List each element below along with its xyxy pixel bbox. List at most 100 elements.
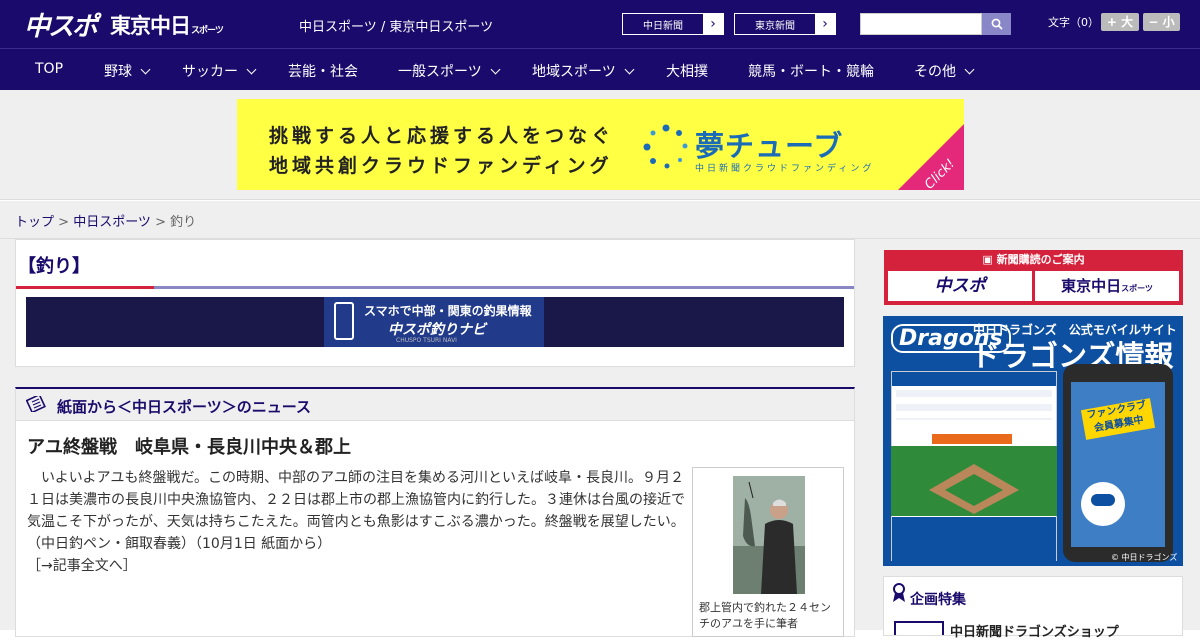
site-header: 中スポ 東京中日スポーツ 中日スポーツ / 東京中日スポーツ 中日新聞 › 東京… [0, 0, 1200, 48]
breadcrumb-home[interactable]: トップ [15, 215, 54, 230]
breadcrumb-bar: トップ > 中日スポーツ > 釣り [0, 201, 1200, 239]
font-smaller-button[interactable]: − 小 [1143, 13, 1180, 31]
breadcrumb-current: 釣り [170, 215, 197, 230]
nav-regional-sports[interactable]: 地域スポーツ [532, 61, 635, 81]
news-heading: 紙面から＜中日スポーツ＞のニュース [57, 398, 311, 416]
main-content: 【釣り】 スマホで中部・関東の釣果情報 中スポ釣りナビ CHUSPO TSURI… [0, 239, 1200, 640]
nav-top[interactable]: TOP [35, 61, 63, 77]
news-box: 紙面から＜中日スポーツ＞のニュース アユ終盤戦 岐阜県・長良川中央＆郡上 いよい… [15, 387, 855, 637]
dragons-mobile-banner[interactable]: Dragons 中日ドラゴンズ 公式モバイルサイト ドラゴンズ情報 ファンクラブ… [883, 316, 1183, 566]
baseball-field [891, 446, 1057, 516]
chevron-right-icon: › [815, 14, 835, 34]
tokyo-logo-text: 東京中日 [110, 14, 191, 38]
dots-circle-icon [643, 124, 688, 169]
photo-caption: 郡上管内で釣れた２４センチのアユを手に筆者 [699, 601, 831, 630]
nav-label: 野球 [104, 64, 132, 80]
chevron-down-icon [246, 64, 257, 75]
mascot-cap [1091, 494, 1115, 506]
banner-brand: 夢チューブ [695, 129, 844, 163]
scoreboard-header [892, 372, 1056, 386]
navi-line-2: 中スポ釣りナビ [388, 322, 486, 338]
tokyo-shimbun-label: 東京新聞 [755, 20, 795, 32]
feature-item-link[interactable]: 中日新聞ドラゴンズショップ [950, 621, 1119, 640]
category-box: 【釣り】 スマホで中部・関東の釣果情報 中スポ釣りナビ CHUSPO TSURI… [15, 239, 855, 367]
subscribe-tokyo-small: スポーツ [1121, 284, 1153, 293]
navi-line-1: スマホで中部・関東の釣果情報 [364, 304, 532, 318]
nav-label: サッカー [182, 64, 238, 80]
search-icon [991, 18, 1003, 30]
chuspo-logo[interactable]: 中スポ [24, 6, 98, 43]
feature-title: 企画特集 [910, 592, 966, 608]
article-text: いよいよアユも終盤戦だ。この時期、中部のアユ師の注目を集める河川といえば岐阜・長… [27, 470, 692, 552]
read-more-link[interactable]: ［→記事全文へ］ [27, 558, 137, 574]
subscription-heading-text: 新聞購読のご案内 [996, 253, 1085, 266]
nav-label: 地域スポーツ [532, 64, 616, 80]
smartphone-icon [334, 302, 354, 340]
main-nav: TOP 野球 サッカー 芸能・社会 一般スポーツ 地域スポーツ 大相撲 競馬・ボ… [0, 48, 1200, 90]
nav-label: 大相撲 [666, 64, 708, 80]
angler-photo[interactable] [733, 476, 805, 594]
search-input[interactable] [860, 13, 982, 35]
chevron-down-icon [624, 64, 635, 75]
subscribe-tokyo-label: 東京中日 [1061, 277, 1122, 295]
breadcrumb-sep: > [54, 215, 74, 230]
search-button[interactable] [982, 13, 1011, 35]
nav-label: 一般スポーツ [398, 64, 482, 80]
tokyo-chunichi-logo[interactable]: 東京中日スポーツ [110, 10, 224, 40]
chevron-down-icon [964, 64, 975, 75]
newspaper-icon: ▣ [982, 253, 997, 266]
tsuri-navi-banner[interactable]: スマホで中部・関東の釣果情報 中スポ釣りナビ CHUSPO TSURI NAVI [26, 297, 844, 347]
nav-label: 競馬・ボート・競輪 [748, 64, 874, 80]
category-title: 【釣り】 [18, 256, 90, 277]
scoreboard-bar [932, 434, 1012, 444]
nav-label: 芸能・社会 [288, 64, 358, 80]
newspaper-icon [26, 396, 46, 412]
chevron-right-icon: › [703, 14, 723, 34]
chevron-down-icon [140, 64, 151, 75]
nav-racing[interactable]: 競馬・ボート・競輪 [748, 61, 874, 81]
chunichi-shimbun-label: 中日新聞 [643, 20, 683, 32]
nav-other[interactable]: その他 [914, 61, 975, 81]
nav-sumo[interactable]: 大相撲 [666, 61, 708, 81]
subscribe-tokyo-button[interactable]: 東京中日スポーツ [1035, 271, 1179, 301]
angler-figure-icon [733, 476, 805, 594]
nav-label: その他 [914, 64, 956, 80]
chevron-down-icon [490, 64, 501, 75]
breadcrumb-sep: > [150, 215, 171, 230]
nav-general-sports[interactable]: 一般スポーツ [398, 61, 501, 81]
nav-label: TOP [35, 61, 64, 77]
smartphone-mockup [1063, 364, 1173, 562]
tsuri-navi-inner: スマホで中部・関東の釣果情報 中スポ釣りナビ CHUSPO TSURI NAVI [324, 297, 544, 347]
scoreboard-footer [892, 517, 1056, 561]
banner-line-1: 挑戦する人と応援する人をつなぐ [269, 125, 615, 147]
banner-area: 挑戦する人と応援する人をつなぐ 地域共創クラウドファンディング 夢チューブ 中日… [0, 90, 1200, 200]
subscription-heading: ▣ 新聞購読のご案内 [884, 250, 1183, 270]
feature-thumbnail[interactable] [894, 621, 944, 635]
site-title: 中日スポーツ / 東京中日スポーツ [299, 20, 494, 35]
font-larger-button[interactable]: + 大 [1101, 13, 1139, 31]
nav-baseball[interactable]: 野球 [104, 61, 151, 81]
article-photo-box: 郡上管内で釣れた２４センチのアユを手に筆者 [692, 467, 844, 637]
chunichi-shimbun-link[interactable]: 中日新聞 › [622, 13, 724, 35]
scoreboard-rows [896, 390, 1052, 420]
banner-sub: 中日新聞クラウドファンディング [695, 164, 875, 174]
navi-line-3: CHUSPO TSURI NAVI [396, 337, 457, 344]
category-rule-accent [16, 286, 154, 289]
subscription-banner[interactable]: ▣ 新聞購読のご案内 中スポ 東京中日スポーツ [884, 250, 1183, 305]
nav-entertainment[interactable]: 芸能・社会 [288, 61, 358, 81]
crowdfunding-banner[interactable]: 挑戦する人と応援する人をつなぐ 地域共創クラウドファンディング 夢チューブ 中日… [237, 99, 964, 190]
breadcrumb-section[interactable]: 中日スポーツ [73, 215, 151, 230]
ribbon-icon [893, 583, 905, 602]
baseball-diamond-icon [929, 464, 1019, 514]
feature-box: 企画特集 中日新聞ドラゴンズショップ [883, 576, 1183, 640]
tokyo-shimbun-link[interactable]: 東京新聞 › [734, 13, 836, 35]
nav-soccer[interactable]: サッカー [182, 61, 257, 81]
banner-line-2: 地域共創クラウドファンディング [269, 155, 613, 177]
article-title[interactable]: アユ終盤戦 岐阜県・長良川中央＆郡上 [27, 433, 351, 459]
tokyo-logo-sub: スポーツ [191, 26, 224, 36]
subscribe-chuspo-button[interactable]: 中スポ [888, 271, 1032, 301]
news-header: 紙面から＜中日スポーツ＞のニュース [16, 389, 854, 421]
breadcrumb: トップ > 中日スポーツ > 釣り [15, 211, 196, 230]
font-size-label: 文字（0） [1048, 16, 1099, 29]
article-body: いよいよアユも終盤戦だ。この時期、中部のアユ師の注目を集める河川といえば岐阜・長… [27, 467, 692, 577]
